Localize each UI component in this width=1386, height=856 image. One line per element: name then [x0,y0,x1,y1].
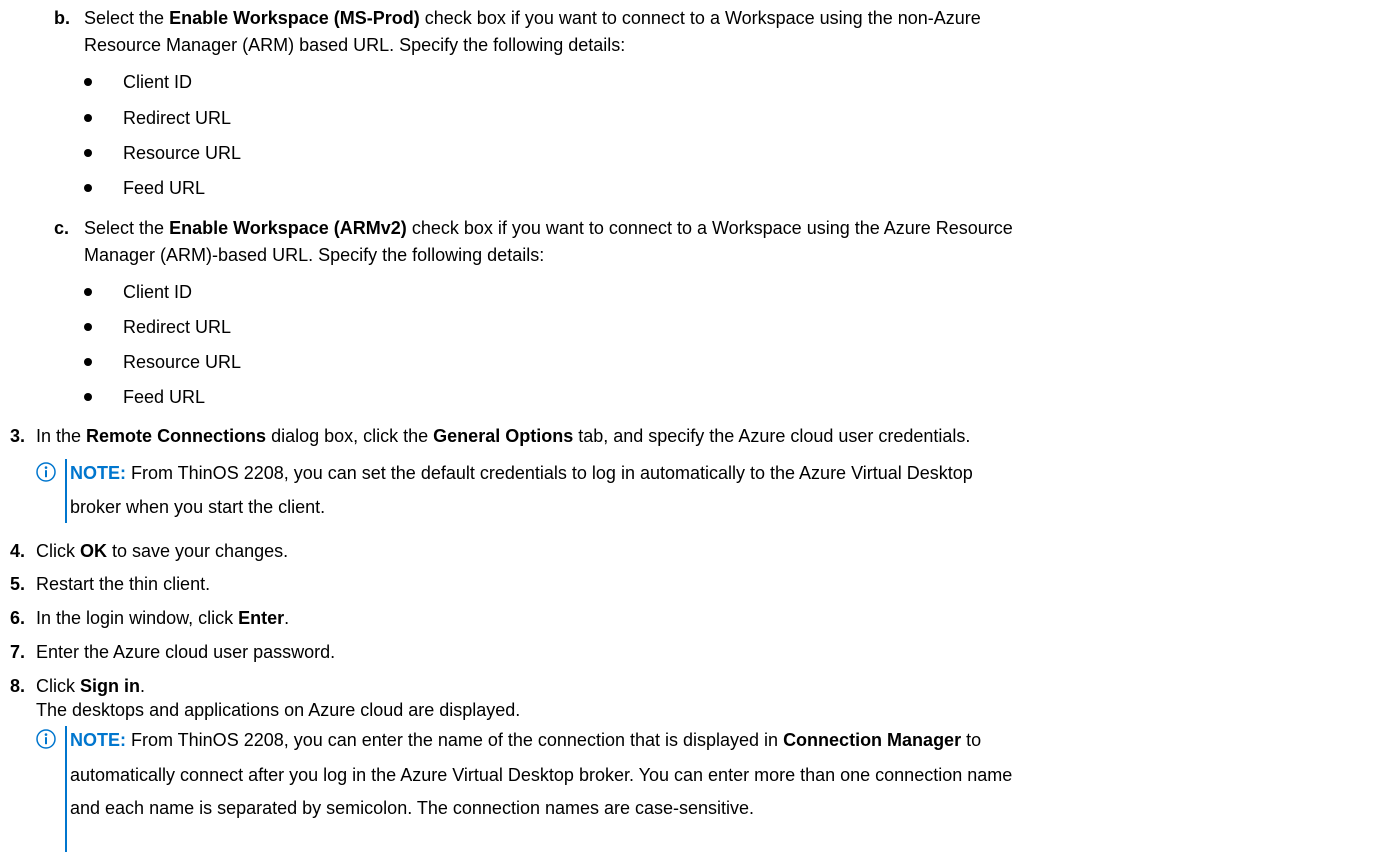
step-b-text: Select the [84,8,170,28]
step-8-text-a: Click [36,676,80,696]
list-item: Redirect URL [123,317,232,337]
bullet-dot [84,323,92,331]
bullet-dot [84,358,92,366]
step-7-text: Enter the Azure cloud user password. [36,642,336,662]
step-b-text-cont: check box if you want to connect to a Wo… [419,8,981,28]
step-4-text-a: Click [36,541,80,561]
bullet-dot [84,393,92,401]
step-b-line-1: Select the Enable Workspace (MS-Prod) ch… [84,6,981,30]
step-marker-3: 3. [10,426,26,446]
list-item: Feed URL [123,178,206,198]
step-marker-8: 8. [10,676,26,696]
bullet-dot [84,184,92,192]
step-8-result: The desktops and applications on Azure c… [36,700,521,720]
step-6-text: In the login window, click Enter. [36,606,289,630]
step-8-text-b: . [140,676,146,696]
note-1-text: From ThinOS 2208, you can set the defaul… [126,463,973,483]
step-3-bold-tab: General Options [433,426,574,446]
step-c-text: Select the [84,218,170,238]
note-2-bold-connection-manager: Connection Manager [783,730,962,750]
step-marker-7: 7. [10,642,26,662]
step-b-line-2: Resource Manager (ARM) based URL. Specif… [84,35,626,55]
step-marker-4: 4. [10,541,26,561]
step-6-text-a: In the login window, click [36,608,239,628]
note-accent-bar [65,459,67,523]
step-4-text-b: to save your changes. [107,541,289,561]
step-4-bold-ok: OK [80,541,107,561]
step-c-line-1: Select the Enable Workspace (ARMv2) chec… [84,216,1013,240]
step-3-text-b: dialog box, click the [266,426,434,446]
step-6-bold-enter: Enter [238,608,285,628]
note-2-line-3: and each name is separated by semicolon.… [70,798,755,818]
note-2-line-1: NOTE: From ThinOS 2208, you can enter th… [70,728,981,752]
step-marker-6: 6. [10,608,26,628]
step-3-text-a: In the [36,426,87,446]
note-2-text-a: From ThinOS 2208, you can enter the name… [126,730,784,750]
step-5-text: Restart the thin client. [36,574,211,594]
step-3-text: In the Remote Connections dialog box, cl… [36,424,970,448]
step-marker-c: c. [54,218,70,238]
list-item: Resource URL [123,352,242,372]
note-label: NOTE: [70,463,126,483]
bullet-dot [84,78,92,86]
list-item: Client ID [123,72,193,92]
document-page: b. Select the Enable Workspace (MS-Prod)… [0,0,1386,856]
list-item: Client ID [123,282,193,302]
bullet-dot [84,149,92,157]
bullet-dot [84,114,92,122]
step-4-text: Click OK to save your changes. [36,539,288,563]
step-8-bold-sign-in: Sign in [80,676,140,696]
bullet-dot [84,288,92,296]
step-b-bold-term: Enable Workspace (MS-Prod) [169,8,420,28]
step-marker-b: b. [54,8,70,28]
step-3-text-c: tab, and specify the Azure cloud user cr… [573,426,971,446]
step-marker-5: 5. [10,574,26,594]
step-c-text-cont: check box if you want to connect to a Wo… [406,218,1013,238]
note-2-line-2: automatically connect after you log in t… [70,765,1013,785]
note-accent-bar [65,726,67,852]
step-c-bold-term: Enable Workspace (ARMv2) [169,218,407,238]
step-6-text-b: . [284,608,290,628]
list-item: Feed URL [123,387,206,407]
step-8-text: Click Sign in. [36,674,145,698]
info-icon [36,729,56,749]
step-c-line-2: Manager (ARM)-based URL. Specify the fol… [84,245,545,265]
list-item: Resource URL [123,143,242,163]
note-1-line-2: broker when you start the client. [70,497,326,517]
note-label: NOTE: [70,730,126,750]
list-item: Redirect URL [123,108,232,128]
step-3-bold-dialog: Remote Connections [86,426,267,446]
info-icon [36,462,56,482]
note-1-line-1: NOTE: From ThinOS 2208, you can set the … [70,461,973,485]
note-2-text-b: to [961,730,982,750]
